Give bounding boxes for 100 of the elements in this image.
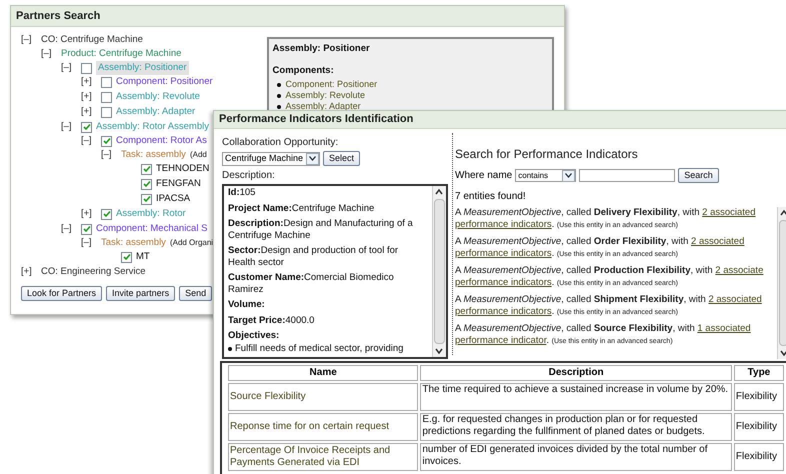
checkbox[interactable] [81,224,92,234]
bullet-icon [276,83,281,87]
tree-item[interactable]: Component: Rotor As [116,134,207,148]
checkbox[interactable] [101,76,112,88]
check-icon [122,253,130,261]
checkbox[interactable] [101,136,112,146]
component-item[interactable]: Assembly: Revolute [286,89,366,103]
table-cell: Reponse time for on certain request [228,413,418,441]
component-item[interactable]: Component: Positioner [286,78,378,92]
results-count: 7 entities found! [455,190,527,204]
indicators-link[interactable]: 2 associate [715,265,764,276]
description-field: Customer Name:Comercial Biomedico Ramirez [228,272,428,295]
tree-toggle[interactable]: [–] [61,120,77,134]
bullet-icon [276,94,281,98]
search-input[interactable] [579,169,676,182]
window-title: Performance Indicators Identification [214,111,786,129]
tree-toggle[interactable]: [–] [61,60,77,76]
column-header: Description [420,365,732,381]
caret-icon [309,156,316,161]
table-cell: number of EDI generated invoices divided by the total number of invoices. [420,443,732,471]
indicators-link[interactable]: performance indicators [455,306,552,317]
indicators-link[interactable]: performance indicators [455,277,552,288]
description-field: Description:Design and Manufacturing of a Centrifuge Machine [228,218,428,241]
action-button[interactable]: Look for Partners [21,286,102,301]
bullet-icon [228,346,232,350]
window-title: Partners Search [11,6,564,27]
tree-item[interactable]: CO: Centrifuge Machine [41,32,143,48]
description-field: Target Price:4000.0 [228,314,428,326]
field-label: Collaboration Opportunity: [222,136,340,150]
description-field: Objectives: [228,330,428,342]
tree-toggle[interactable]: [–] [41,46,57,62]
tree-item[interactable]: Component: Mechanical S [96,222,208,236]
tree-item[interactable]: CO: Engineering Service [41,264,146,280]
caret-icon [565,173,572,178]
tree-item[interactable]: TEHNODEN [156,162,210,176]
checkbox[interactable] [81,122,92,132]
checkbox[interactable] [121,252,132,262]
column-header: Name [228,365,418,381]
table-cell: E.g. for requested changes in production plan or for requested predictions regarding the fullfinment of planed dates or budgets. [420,413,732,441]
tree-toggle[interactable]: [–] [21,32,37,48]
tree-toggle[interactable]: [+] [81,90,97,104]
tree-item[interactable]: Product: Centrifuge Machine [61,46,182,62]
description-field: Id:105 [228,187,428,198]
check-icon [82,225,90,233]
checkbox[interactable] [101,106,112,118]
table-cell: The time required to achieve a sustained increase in volume by 20%. [420,383,732,411]
tree-toggle[interactable]: [–] [101,148,117,162]
indicators-link[interactable]: performance indicators [455,248,552,259]
operator-select[interactable]: contains [515,169,576,182]
indicators-link[interactable]: 1 associated [697,323,751,334]
objective-item: Fulfill needs of medical sector, providing [235,342,404,354]
scrollbar[interactable] [432,186,446,357]
description-field: Sector:Design and production of tool for Health sector [228,245,428,268]
table-cell: Source Flexibility [228,383,418,411]
checkbox[interactable] [141,178,152,190]
opportunity-select[interactable]: Centrifuge Machine [222,152,320,166]
tree-toggle[interactable]: [+] [21,264,37,280]
action-button[interactable]: Send [179,286,212,301]
checkbox[interactable] [101,208,112,220]
check-icon [102,210,110,218]
detail-section: Components: [272,64,548,78]
tree-item[interactable]: MT [136,250,150,264]
tree-toggle[interactable]: [–] [61,222,77,236]
tree-toggle[interactable]: [–] [81,134,97,148]
description-field: Project Name:Centrifuge Machine [228,202,428,214]
component-item[interactable]: Assembly: Adapter [286,100,361,114]
tree-toggle[interactable]: [+] [81,104,97,120]
scrollbar[interactable] [777,207,786,359]
field-label: Description: [222,169,276,183]
select-button[interactable]: Select [323,151,360,166]
indicators-link[interactable]: 2 associated [702,207,756,218]
table-cell: Flexibility [734,443,784,471]
tree-item[interactable]: Component: Positioner [116,74,213,90]
indicators-link[interactable]: 2 associated [708,294,762,305]
table-cell: Percentage Of Invoice Receipts and Payments Generated via EDI [228,443,418,471]
detail-title: Assembly: Positioner [272,42,371,56]
column-header: Type [734,365,784,381]
field-label: Where name [455,169,512,183]
checkbox[interactable] [141,194,152,204]
search-title: Search for Performance Indicators [455,146,639,163]
indicators-link[interactable]: performance indicators [455,219,552,230]
checkbox[interactable] [81,62,92,74]
table-cell: Flexibility [734,413,784,441]
add-note[interactable]: (Add Organi [170,237,214,249]
action-button[interactable]: Invite partners [106,286,176,301]
tree-toggle[interactable]: [+] [81,206,97,222]
description-field: Volume: [228,299,428,310]
tree-toggle[interactable]: [–] [81,236,97,250]
checkbox[interactable] [101,92,112,102]
indicators-link[interactable]: 2 associated [691,236,744,247]
tree-item[interactable]: IPACSA [156,192,190,206]
bullet-icon [276,105,281,109]
check-icon [82,123,90,131]
tree-item[interactable]: FENGFAN [156,176,201,192]
indicators-link[interactable]: performance indicator [455,335,546,346]
check-icon [102,137,110,145]
tree-toggle[interactable]: [+] [81,74,97,90]
checkbox[interactable] [141,164,152,174]
add-note[interactable]: (Add [190,149,207,161]
search-button[interactable]: Search [678,168,719,183]
